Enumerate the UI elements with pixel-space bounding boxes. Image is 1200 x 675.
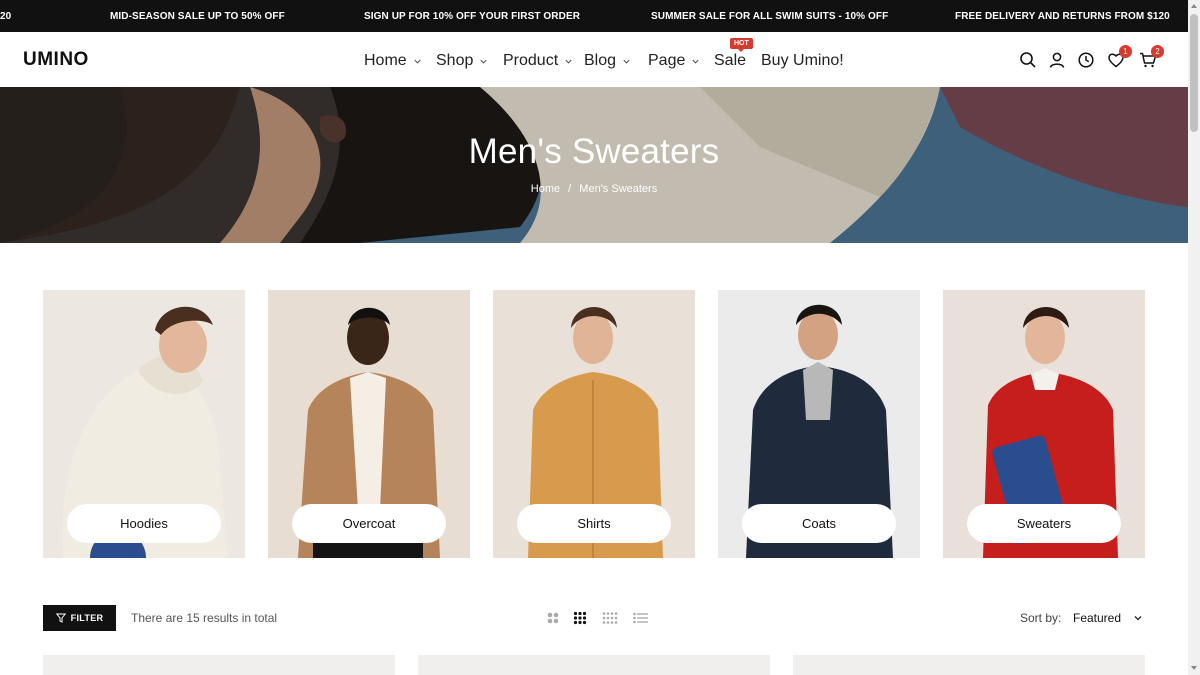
nav-label: Home xyxy=(364,52,407,69)
page-scrollbar[interactable] xyxy=(1188,0,1200,675)
category-button[interactable]: Coats xyxy=(742,504,896,543)
filter-label: FILTER xyxy=(70,613,104,623)
category-tile-hoodies[interactable]: Hoodies xyxy=(43,290,245,558)
nav-home[interactable]: Home xyxy=(364,52,422,70)
announcement-item[interactable]: SUMMER SALE FOR ALL SWIM SUITS - 10% OFF xyxy=(651,11,888,22)
scroll-up-arrow-icon[interactable] xyxy=(1191,4,1197,8)
breadcrumb-home-link[interactable]: Home xyxy=(531,183,560,195)
site-logo[interactable]: UMINO xyxy=(23,49,89,71)
nav-shop[interactable]: Shop xyxy=(436,52,488,70)
sort-label: Sort by: xyxy=(1020,611,1062,625)
scroll-thumb[interactable] xyxy=(1190,14,1198,132)
chevron-down-icon xyxy=(565,59,572,64)
grid-2-icon[interactable] xyxy=(546,611,560,625)
hot-badge: HOT xyxy=(730,38,753,52)
account-icon[interactable] xyxy=(1048,51,1066,69)
announcement-item[interactable]: MID-SEASON SALE UP TO 50% OFF xyxy=(110,11,285,22)
breadcrumb-current: Men's Sweaters xyxy=(579,183,658,195)
category-tile-shirts[interactable]: Shirts xyxy=(493,290,695,558)
grid-3-icon[interactable] xyxy=(573,611,587,625)
nav-label: Page xyxy=(648,52,686,69)
filter-button[interactable]: FILTER xyxy=(43,605,116,631)
product-card[interactable] xyxy=(43,655,395,675)
product-card[interactable] xyxy=(418,655,770,675)
breadcrumb: Home / Men's Sweaters xyxy=(0,183,1188,195)
nav-label: Buy Umino! xyxy=(761,52,844,69)
search-icon[interactable] xyxy=(1019,51,1037,69)
nav-label: Blog xyxy=(584,52,617,69)
announcement-item[interactable]: FREE DELIVERY AND RETURNS FROM $120 xyxy=(955,11,1170,22)
recently-viewed-icon[interactable] xyxy=(1077,51,1095,69)
nav-label: Sale xyxy=(714,52,747,69)
hero-banner: Men's Sweaters Home / Men's Sweaters xyxy=(0,87,1188,243)
chevron-down-icon[interactable] xyxy=(1133,613,1143,623)
nav-sale[interactable]: Sale xyxy=(714,52,746,70)
grid-4-icon[interactable] xyxy=(602,611,618,625)
chevron-down-icon xyxy=(414,59,421,64)
chevron-down-icon xyxy=(692,59,699,64)
announcement-item: 20 xyxy=(0,11,12,22)
category-tile-sweaters[interactable]: Sweaters xyxy=(943,290,1145,558)
category-button[interactable]: Shirts xyxy=(517,504,671,543)
nav-label: Product xyxy=(503,52,559,69)
nav-label: Shop xyxy=(436,52,474,69)
category-tile-coats[interactable]: Coats xyxy=(718,290,920,558)
chevron-down-icon xyxy=(623,59,630,64)
wishlist-count-badge: 1 xyxy=(1119,45,1132,58)
nav-product[interactable]: Product xyxy=(503,52,573,70)
list-icon[interactable] xyxy=(633,611,649,625)
announcement-item[interactable]: SIGN UP FOR 10% OFF YOUR FIRST ORDER xyxy=(364,11,580,22)
sort-select[interactable]: Featured xyxy=(1073,611,1121,625)
results-count: There are 15 results in total xyxy=(131,611,278,625)
category-button[interactable]: Sweaters xyxy=(967,504,1121,543)
nav-buy-umino[interactable]: Buy Umino! xyxy=(761,52,844,70)
cart-count-badge: 2 xyxy=(1151,45,1164,58)
category-button[interactable]: Hoodies xyxy=(67,504,221,543)
page-title: Men's Sweaters xyxy=(468,132,720,171)
filter-icon xyxy=(55,613,66,623)
category-button[interactable]: Overcoat xyxy=(292,504,446,543)
site-header: UMINO Home Shop Product Blog Page Sale H… xyxy=(0,32,1188,87)
product-card[interactable] xyxy=(793,655,1145,675)
announcement-bar: 20 MID-SEASON SALE UP TO 50% OFF SIGN UP… xyxy=(0,0,1188,32)
chevron-down-icon xyxy=(480,59,487,64)
nav-blog[interactable]: Blog xyxy=(584,52,631,70)
scroll-down-arrow-icon[interactable] xyxy=(1191,666,1197,670)
category-tile-overcoat[interactable]: Overcoat xyxy=(268,290,470,558)
nav-page[interactable]: Page xyxy=(648,52,700,70)
breadcrumb-separator: / xyxy=(568,183,572,195)
